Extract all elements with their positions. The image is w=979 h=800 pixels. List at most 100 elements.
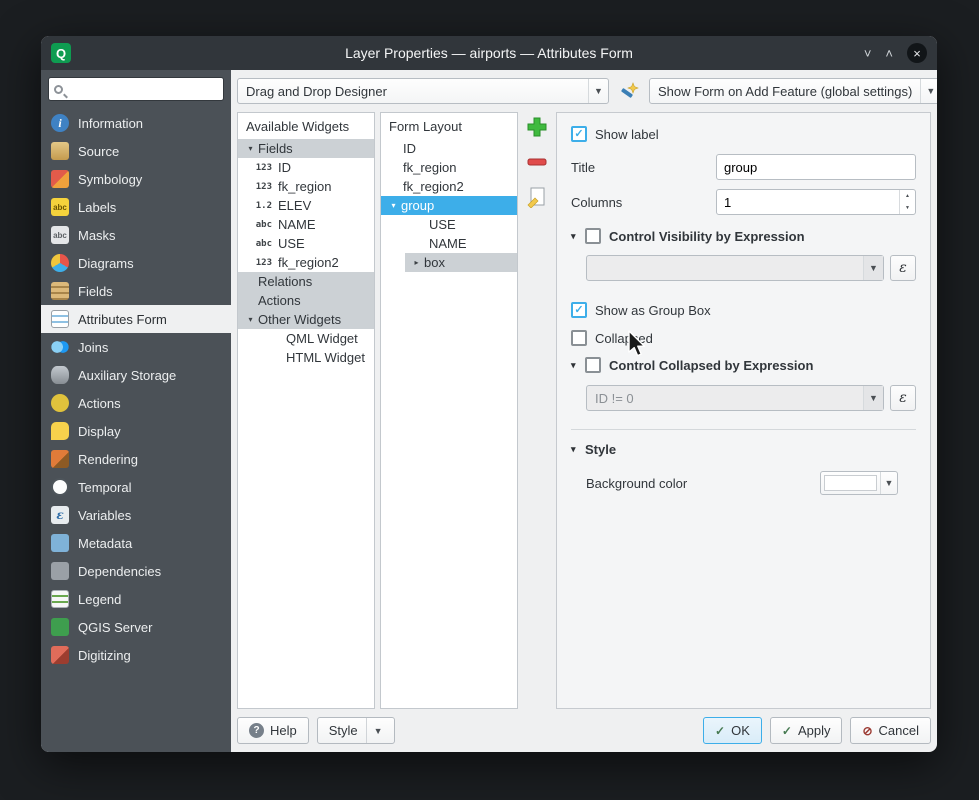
sidebar-item-source[interactable]: Source [41,137,231,165]
collapsed-expression-checkbox[interactable] [585,357,601,373]
check-icon: ✓ [574,305,583,316]
style-button-label: Style [329,723,358,738]
collapsed-expression-builder-button[interactable]: ε [890,385,916,411]
tree-item-label: NAME [429,236,467,251]
sidebar-item-joins[interactable]: Joins [41,333,231,361]
tree-item-field[interactable]: abcNAME [238,215,374,234]
sidebar-item-dependencies[interactable]: Dependencies [41,557,231,585]
designer-mode-select[interactable]: Drag and Drop Designer ▼ [237,78,609,104]
sidebar-item-rendering[interactable]: Rendering [41,445,231,473]
field-type-icon: abc [251,220,272,230]
tree-item-label: fk_region [278,179,331,194]
layer-properties-window: Q Layer Properties — airports — Attribut… [41,36,937,752]
cancel-icon: ⊘ [862,725,872,737]
chevron-up-button[interactable]: ˄ [885,47,893,60]
layout-item-fk-region2[interactable]: fk_region2 [381,177,517,196]
field-type-icon: abc [251,239,272,249]
tree-item-label: fk_region [403,160,456,175]
cancel-button[interactable]: ⊘ Cancel [850,717,931,744]
show-as-group-box-checkbox[interactable]: ✓ [571,302,587,318]
background-color-label: Background color [586,476,687,491]
layout-item-box[interactable]: ▸box [405,253,517,272]
edit-item-button[interactable] [525,185,549,209]
spinbox-arrows[interactable]: ▲ ▼ [899,190,915,214]
help-button[interactable]: ? Help [237,717,309,744]
title-input[interactable] [716,154,916,180]
tree-item-field[interactable]: 123fk_region2 [238,253,374,272]
epsilon-icon: ε [899,260,907,276]
collapsed-checkbox[interactable] [571,330,587,346]
visibility-expression-checkbox[interactable] [585,228,601,244]
sidebar-item-metadata[interactable]: Metadata [41,529,231,557]
tree-item-field[interactable]: 1.2ELEV [238,196,374,215]
tree-item-field[interactable]: abcUSE [238,234,374,253]
rendering-icon [51,450,69,468]
add-container-button[interactable] [525,115,549,139]
sidebar-item-digitizing[interactable]: Digitizing [41,641,231,669]
field-type-icon: 123 [251,163,272,173]
tree-item-qml-widget[interactable]: QML Widget [238,329,374,348]
sidebar-item-information[interactable]: iInformation [41,109,231,137]
sidebar-search[interactable] [48,77,224,101]
digitizing-icon [51,646,69,664]
tree-group-relations[interactable]: Relations [238,272,374,291]
sidebar-item-display[interactable]: Display [41,417,231,445]
close-button[interactable]: × [907,43,927,63]
sidebar-item-masks[interactable]: abcMasks [41,221,231,249]
columns-spinbox[interactable] [716,189,916,215]
sidebar-item-temporal[interactable]: Temporal [41,473,231,501]
collapsed-expression-combo[interactable]: ID != 0 ▼ [586,385,884,411]
collapse-arrow-icon[interactable]: ▾ [243,144,258,153]
sidebar-item-labels[interactable]: abcLabels [41,193,231,221]
ok-button[interactable]: ✓ OK [703,717,762,744]
designer-mode-value: Drag and Drop Designer [238,84,588,99]
background-color-button[interactable]: ▼ [820,471,898,495]
tree-group-fields[interactable]: ▾Fields [238,139,374,158]
spin-down-icon[interactable]: ▼ [900,202,915,214]
spin-up-icon[interactable]: ▲ [900,190,915,202]
style-menu-button[interactable]: Style ▼ [317,717,395,744]
tree-group-other-widgets[interactable]: ▾Other Widgets [238,310,374,329]
show-label-checkbox[interactable]: ✓ [571,126,587,142]
remove-item-button[interactable] [525,150,549,174]
layout-item-name[interactable]: NAME [381,234,517,253]
sidebar-item-fields[interactable]: Fields [41,277,231,305]
collapse-arrow-icon[interactable]: ▾ [571,231,585,242]
tree-group-label: Other Widgets [258,312,341,327]
sidebar-item-legend[interactable]: Legend [41,585,231,613]
layout-item-fk-region[interactable]: fk_region [381,158,517,177]
titlebar[interactable]: Q Layer Properties — airports — Attribut… [41,36,937,70]
visibility-expression-header: Control Visibility by Expression [609,229,805,244]
sidebar-item-diagrams[interactable]: Diagrams [41,249,231,277]
apply-button[interactable]: ✓ Apply [770,717,843,744]
collapse-arrow-icon[interactable]: ▾ [243,315,258,324]
layout-item-group-selected[interactable]: ▾group [381,196,517,215]
chevron-down-button[interactable]: ˅ [864,47,872,60]
search-input[interactable] [68,82,218,96]
sidebar-item-qgis-server[interactable]: QGIS Server [41,613,231,641]
sidebar-item-symbology[interactable]: Symbology [41,165,231,193]
collapse-arrow-icon[interactable]: ▾ [571,360,585,371]
tree-item-field[interactable]: 123 ID [238,158,374,177]
expand-arrow-icon[interactable]: ▸ [409,258,424,267]
form-open-mode-select[interactable]: Show Form on Add Feature (global setting… [649,78,937,104]
layout-item-use[interactable]: USE [381,215,517,234]
visibility-expression-combo[interactable]: ▼ [586,255,884,281]
sidebar-item-attributes-form[interactable]: Attributes Form [41,305,231,333]
sidebar-item-variables[interactable]: εVariables [41,501,231,529]
sidebar-item-auxiliary-storage[interactable]: Auxiliary Storage [41,361,231,389]
tree-group-actions[interactable]: Actions [238,291,374,310]
sidebar-item-label: Legend [78,592,121,607]
collapse-arrow-icon[interactable]: ▾ [386,201,401,210]
layout-item-id[interactable]: ID [381,139,517,158]
sidebar-item-label: Masks [78,228,116,243]
tree-item-field[interactable]: 123fk_region [238,177,374,196]
available-widgets-tree: ▾Fields 123 ID 123fk_region 1.2ELEV abcNA… [238,139,374,708]
sidebar-item-actions[interactable]: Actions [41,389,231,417]
autogenerate-form-button[interactable] [618,78,640,104]
visibility-expression-builder-button[interactable]: ε [890,255,916,281]
available-widgets-panel: Available Widgets ▾Fields 123ID 123fk_re… [237,112,375,709]
tree-item-label: ID [278,160,291,175]
tree-item-html-widget[interactable]: HTML Widget [238,348,374,367]
collapse-arrow-icon[interactable]: ▾ [571,444,585,455]
